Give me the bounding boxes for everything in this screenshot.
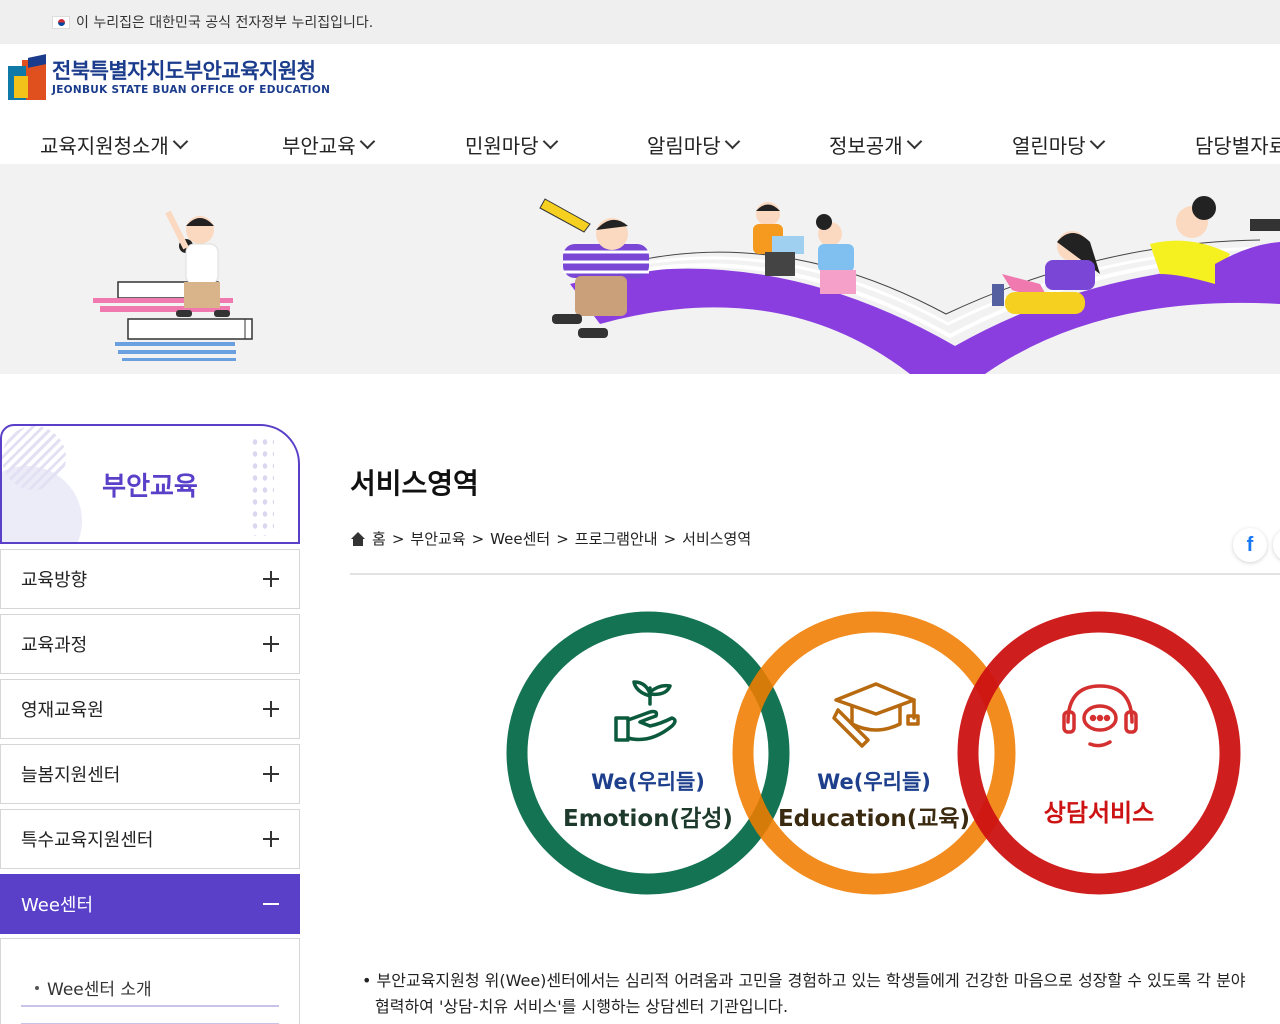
page-title: 서비스영역 (350, 467, 479, 500)
service-area-diagram: We(우리들) Emotion(감성) We(우리들) Education(교육… (500, 606, 1250, 906)
graduation-cap-icon (832, 682, 920, 748)
gnb-label: 열린마당 (1012, 134, 1086, 158)
education-line1: We(우리들) (817, 770, 931, 794)
emotion-line1: We(우리들) (591, 770, 705, 794)
description-line1: • 부안교육지원청 위(Wee)센터에서는 심리적 어려움과 고민을 경험하고 … (362, 971, 1246, 990)
plant-hand-icon (614, 680, 677, 742)
breadcrumb-current: 서비스영역 (682, 530, 752, 548)
breadcrumb: 홈 > 부안교육 > Wee센터 > 프로그램안내 > 서비스영역 (350, 528, 751, 549)
breadcrumb-program[interactable]: 프로그램안내 (575, 528, 658, 549)
gnb-item-civil-service[interactable]: 민원마당 (465, 130, 558, 159)
sidebar-item-label: 교육방향 (21, 570, 88, 591)
sidebar-submenu: Wee센터 소개 (0, 938, 300, 1024)
gnb-label: 알림마당 (647, 134, 721, 158)
gnb-item-open-forum[interactable]: 열린마당 (1012, 130, 1105, 159)
chevron-down-icon (172, 133, 189, 150)
minus-icon (263, 903, 279, 905)
breadcrumb-wee-center[interactable]: Wee센터 (490, 528, 550, 549)
sidebar-item-neulbom-center[interactable]: 늘봄지원센터 (0, 744, 300, 804)
sidebar-item-curriculum[interactable]: 교육과정 (0, 614, 300, 674)
plus-icon (263, 701, 279, 717)
logo-name-ko: 전북특별자치도부안교육지원청 (52, 59, 316, 83)
chevron-down-icon (906, 133, 922, 150)
facebook-icon: f (1246, 533, 1254, 556)
gnb-label: 교육지원청소개 (40, 134, 169, 158)
child-with-pencil-illustration (539, 198, 649, 338)
gnb-item-buan-education[interactable]: 부안교육 (282, 130, 375, 159)
sidebar-item-gifted-education[interactable]: 영재교육원 (0, 679, 300, 739)
breadcrumb-buan-education[interactable]: 부안교육 (410, 528, 465, 549)
sidebar-item-label: 특수교육지원센터 (21, 830, 154, 851)
home-icon (350, 531, 366, 546)
gnb-item-office-intro[interactable]: 교육지원청소개 (40, 130, 189, 159)
gnb-label: 담당별자료 (1195, 134, 1280, 158)
plus-icon (263, 636, 279, 652)
sidebar-item-label: 영재교육원 (21, 700, 104, 721)
sidebar-title: 부안교육 (102, 471, 198, 502)
chevron-down-icon (1089, 133, 1105, 150)
headset-icon (1062, 684, 1138, 748)
sidebar-item-label: 늘봄지원센터 (21, 765, 121, 786)
plus-icon (263, 571, 279, 587)
service-description: • 부안교육지원청 위(Wee)센터에서는 심리적 어려움과 고민을 경험하고 … (362, 968, 1280, 1020)
plus-icon (263, 766, 279, 782)
sidebar-subitem-wee-intro[interactable]: Wee센터 소개 (21, 969, 279, 1007)
counseling-label: 상담서비스 (1044, 799, 1154, 827)
education-line2: Education(교육) (778, 806, 970, 832)
global-nav: 교육지원청소개 부안교육 민원마당 알림마당 정보공개 열린마당 담당별자료 (0, 124, 1280, 164)
description-line2: 협력하여 '상담-치유 서비스'를 시행하는 상담센터 기관입니다. (375, 997, 789, 1016)
hero-illustration (93, 196, 1280, 374)
facebook-share-button[interactable]: f (1233, 528, 1267, 562)
gov-banner-text: 이 누리집은 대한민국 공식 전자정부 누리집입니다. (76, 15, 374, 31)
gnb-item-notice[interactable]: 알림마당 (647, 130, 740, 159)
plus-icon (263, 831, 279, 847)
korea-flag-icon (52, 15, 70, 29)
child-with-book-illustration (992, 231, 1100, 314)
hero-banner (0, 164, 1280, 374)
gov-banner: 이 누리집은 대한민국 공식 전자정부 누리집입니다. (0, 0, 1280, 44)
sidebar-item-wee-center[interactable]: Wee센터 (0, 874, 300, 934)
chevron-down-icon (542, 133, 558, 150)
breadcrumb-home[interactable]: 홈 (372, 528, 386, 549)
office-logo-icon (8, 54, 46, 100)
sidebar-subitem-label: Wee센터 소개 (47, 979, 152, 1000)
emotion-line2: Emotion(감성) (563, 806, 733, 832)
sidebar-item-education-direction[interactable]: 교육방향 (0, 549, 300, 609)
logo-name-en: JEONBUK STATE BUAN OFFICE OF EDUCATION (52, 84, 331, 96)
gnb-item-info-disclosure[interactable]: 정보공개 (829, 130, 922, 159)
sidebar-title-box: 부안교육 (0, 424, 300, 544)
sidebar-item-label: 교육과정 (21, 635, 88, 656)
chevron-down-icon (359, 133, 375, 150)
gnb-label: 정보공개 (829, 134, 903, 158)
content-divider (350, 573, 1280, 575)
gnb-label: 민원마당 (465, 134, 539, 158)
share-button[interactable] (1273, 528, 1280, 562)
gnb-item-resources[interactable]: 담당별자료 (1195, 130, 1280, 159)
book-stack-illustration (93, 281, 253, 361)
sidebar-item-special-education-center[interactable]: 특수교육지원센터 (0, 809, 300, 869)
sidebar-item-label: Wee센터 (21, 895, 94, 916)
site-logo[interactable]: 전북특별자치도부안교육지원청 JEONBUK STATE BUAN OFFICE… (8, 54, 331, 100)
gnb-label: 부안교육 (282, 134, 356, 158)
chevron-down-icon (724, 133, 740, 150)
